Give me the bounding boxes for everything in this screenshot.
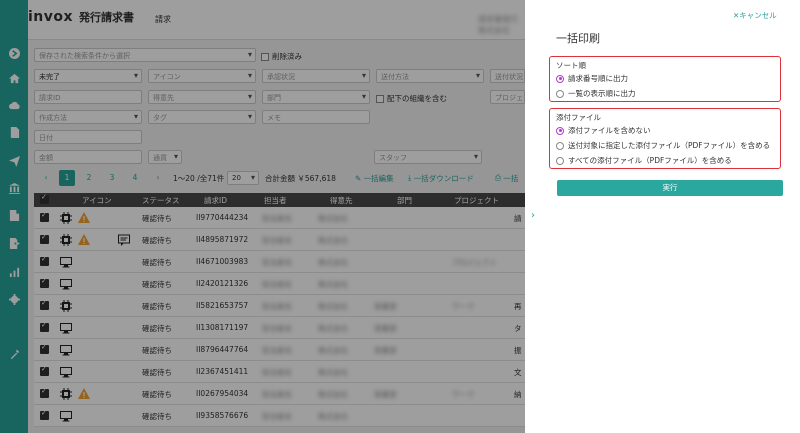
attach-option-none[interactable]: 添付ファイルを含めない — [556, 125, 651, 136]
attach-group-title: 添付ファイル — [556, 113, 601, 122]
attach-option-send-target[interactable]: 送付対象に指定した添付ファイル（PDFファイル）を含める — [556, 140, 770, 151]
attach-option-label: 送付対象に指定した添付ファイル（PDFファイル）を含める — [568, 141, 771, 150]
run-button[interactable]: 実行 — [557, 180, 783, 196]
attachment-group: 添付ファイル 添付ファイルを含めない 送付対象に指定した添付ファイル（PDFファ… — [549, 108, 781, 169]
panel-title: 一括印刷 — [556, 32, 600, 45]
radio-selected — [556, 126, 564, 135]
modal-backdrop[interactable] — [0, 0, 525, 433]
sort-option-label: 請求番号順に出力 — [568, 74, 628, 83]
radio-unselected — [556, 141, 564, 150]
cancel-button[interactable]: ✕キャンセル — [733, 10, 777, 21]
sort-option-display-order[interactable]: 一覧の表示順に出力 — [556, 88, 636, 99]
sort-group-title: ソート順 — [556, 61, 586, 70]
cancel-label: キャンセル — [739, 11, 777, 20]
radio-selected — [556, 74, 564, 83]
attach-option-label: 添付ファイルを含めない — [568, 126, 651, 135]
radio-unselected — [556, 89, 564, 98]
chevron-right-icon[interactable]: › — [531, 210, 535, 221]
attach-option-label: すべての添付ファイル（PDFファイル）を含める — [568, 156, 732, 165]
attach-option-all[interactable]: すべての添付ファイル（PDFファイル）を含める — [556, 155, 732, 166]
radio-unselected — [556, 156, 564, 165]
sort-option-label: 一覧の表示順に出力 — [568, 89, 636, 98]
sort-order-group: ソート順 請求番号順に出力 一覧の表示順に出力 — [549, 56, 781, 102]
sort-option-invoice-number[interactable]: 請求番号順に出力 — [556, 73, 628, 84]
